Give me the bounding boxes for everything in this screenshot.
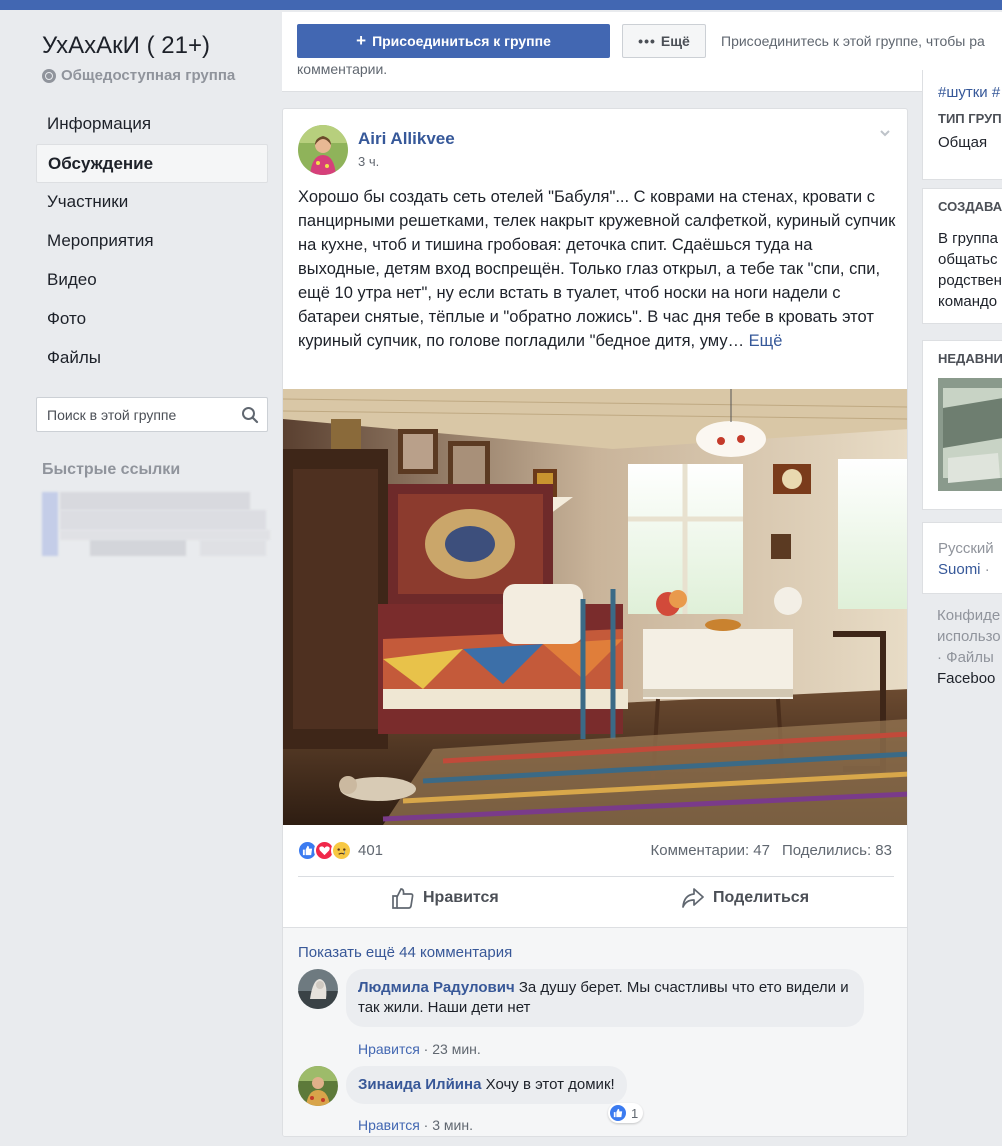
comment-like-link[interactable]: Нравится <box>358 1117 420 1133</box>
join-group-label: Присоединиться к группе <box>372 33 551 49</box>
post-stats: Комментарии: 47 Поделились: 83 <box>651 842 893 859</box>
like-reaction-icon <box>609 1104 627 1122</box>
more-button[interactable]: ••• Ещё <box>622 24 706 58</box>
footer-links: Конфиде использо · Файлы Faceboo <box>937 605 1002 689</box>
comment-bubble: Людмила Радулович За душу берет. Мы счас… <box>346 969 864 1027</box>
post-time[interactable]: 3 ч. <box>358 154 379 169</box>
reactions-summary[interactable]: 401 <box>297 840 383 861</box>
group-search-input[interactable] <box>47 406 241 423</box>
like-button[interactable]: Нравится <box>391 887 499 909</box>
group-nav: Информация Обсуждение Участники Мероприя… <box>36 105 268 378</box>
top-nav-bar <box>0 0 1002 10</box>
show-more-comments-link[interactable]: Показать ещё 44 комментария <box>298 944 512 961</box>
group-type-value: Общая <box>938 134 988 151</box>
create-group-text: В группа общатьс родствен командо <box>938 230 1002 310</box>
comment-reaction-count: 1 <box>631 1105 639 1121</box>
post-card: Airi Allikvee 3 ч. Хорошо бы создать сет… <box>282 108 908 1137</box>
quick-links-title: Быстрые ссылки <box>42 461 181 478</box>
shares-count[interactable]: Поделились: 83 <box>782 842 892 859</box>
nav-item-info[interactable]: Информация <box>36 105 268 144</box>
nav-item-members[interactable]: Участники <box>36 183 268 222</box>
language-card: Русский Suomi · <box>922 522 1002 594</box>
comments-section: Показать ещё 44 комментария Людмила Раду… <box>283 927 907 1136</box>
comment-avatar[interactable] <box>298 1066 338 1106</box>
footer-line[interactable]: Конфиде <box>937 605 1002 626</box>
nav-item-photos[interactable]: Фото <box>36 300 268 339</box>
language-link-suomi[interactable]: Suomi <box>938 561 981 578</box>
group-title[interactable]: УхАхАкИ ( 21+) <box>42 32 210 60</box>
share-icon <box>682 888 704 908</box>
nav-item-events[interactable]: Мероприятия <box>36 222 268 261</box>
comment-author[interactable]: Людмила Радулович <box>358 979 515 996</box>
footer-line[interactable]: Faceboo <box>937 668 1002 689</box>
comment-like-link[interactable]: Нравится <box>358 1041 420 1057</box>
more-button-label: Ещё <box>660 33 690 49</box>
language-current: Русский <box>938 540 994 557</box>
group-type-heading: ТИП ГРУП <box>938 111 1002 126</box>
like-label: Нравится <box>423 889 499 906</box>
comment-avatar[interactable] <box>298 969 338 1009</box>
comment-meta: Нравится · 3 мин. <box>358 1117 473 1133</box>
footer-line[interactable]: · Файлы <box>937 647 1002 668</box>
recent-photo-thumbnail[interactable] <box>938 378 1002 491</box>
post-author[interactable]: Airi Allikvee <box>358 129 455 149</box>
comment-text: Хочу в этот домик! <box>485 1076 615 1093</box>
comments-count[interactable]: Комментарии: 47 <box>651 842 771 859</box>
nav-item-files[interactable]: Файлы <box>36 339 268 378</box>
group-search-box <box>36 397 268 432</box>
footer-line[interactable]: использо <box>937 626 1002 647</box>
more-dots-icon: ••• <box>638 33 656 49</box>
nav-item-discussion[interactable]: Обсуждение <box>36 144 268 183</box>
create-group-heading: СОЗДАВА <box>938 199 1002 214</box>
author-avatar[interactable] <box>298 125 348 175</box>
post-photo[interactable] <box>283 389 908 825</box>
recent-photos-card: НЕДАВНИ <box>922 340 1002 510</box>
reaction-count: 401 <box>358 842 384 859</box>
chevron-down-icon[interactable] <box>879 127 891 139</box>
see-more-link[interactable]: Ещё <box>749 332 783 350</box>
comment-time[interactable]: 3 мин. <box>432 1117 473 1133</box>
share-label: Поделиться <box>713 889 810 906</box>
plus-icon: + <box>356 31 367 50</box>
sad-reaction-icon <box>331 840 352 861</box>
divider <box>298 876 894 877</box>
join-hint-line1: Присоединитесь к этой группе, чтобы ра <box>721 33 985 49</box>
join-group-button[interactable]: + Присоединиться к группе <box>297 24 610 58</box>
language-separator: · <box>984 561 990 578</box>
comment-reaction-badge[interactable]: 1 <box>608 1103 644 1123</box>
globe-icon <box>42 68 56 83</box>
comment-time[interactable]: 23 мин. <box>432 1041 481 1057</box>
search-icon[interactable] <box>241 406 259 424</box>
group-privacy-label: Общедоступная группа <box>61 67 236 84</box>
post-text: Хорошо бы создать сеть отелей "Бабуля"..… <box>298 185 898 353</box>
join-bar: + Присоединиться к группе ••• Ещё Присое… <box>282 12 1002 92</box>
comment-bubble: Зинаида Илйина Хочу в этот домик! <box>346 1066 627 1104</box>
language-links: Suomi · <box>923 559 1002 580</box>
join-hint-line2: комментарии. <box>297 61 388 77</box>
thumbs-up-icon <box>392 888 414 909</box>
comment-meta: Нравится · 23 мин. <box>358 1041 481 1057</box>
share-button[interactable]: Поделиться <box>681 887 809 909</box>
comment-author[interactable]: Зинаида Илйина <box>358 1076 481 1093</box>
create-group-card: СОЗДАВА В группа общатьс родствен команд… <box>922 188 1002 324</box>
group-about-card: #шутки # ТИП ГРУП Общая <box>922 70 1002 180</box>
recent-photos-heading: НЕДАВНИ <box>938 351 1002 366</box>
group-tags[interactable]: #шутки # <box>923 70 1002 103</box>
nav-item-videos[interactable]: Видео <box>36 261 268 300</box>
group-privacy: Общедоступная группа <box>42 67 235 84</box>
post-body: Хорошо бы создать сеть отелей "Бабуля"..… <box>298 188 896 350</box>
